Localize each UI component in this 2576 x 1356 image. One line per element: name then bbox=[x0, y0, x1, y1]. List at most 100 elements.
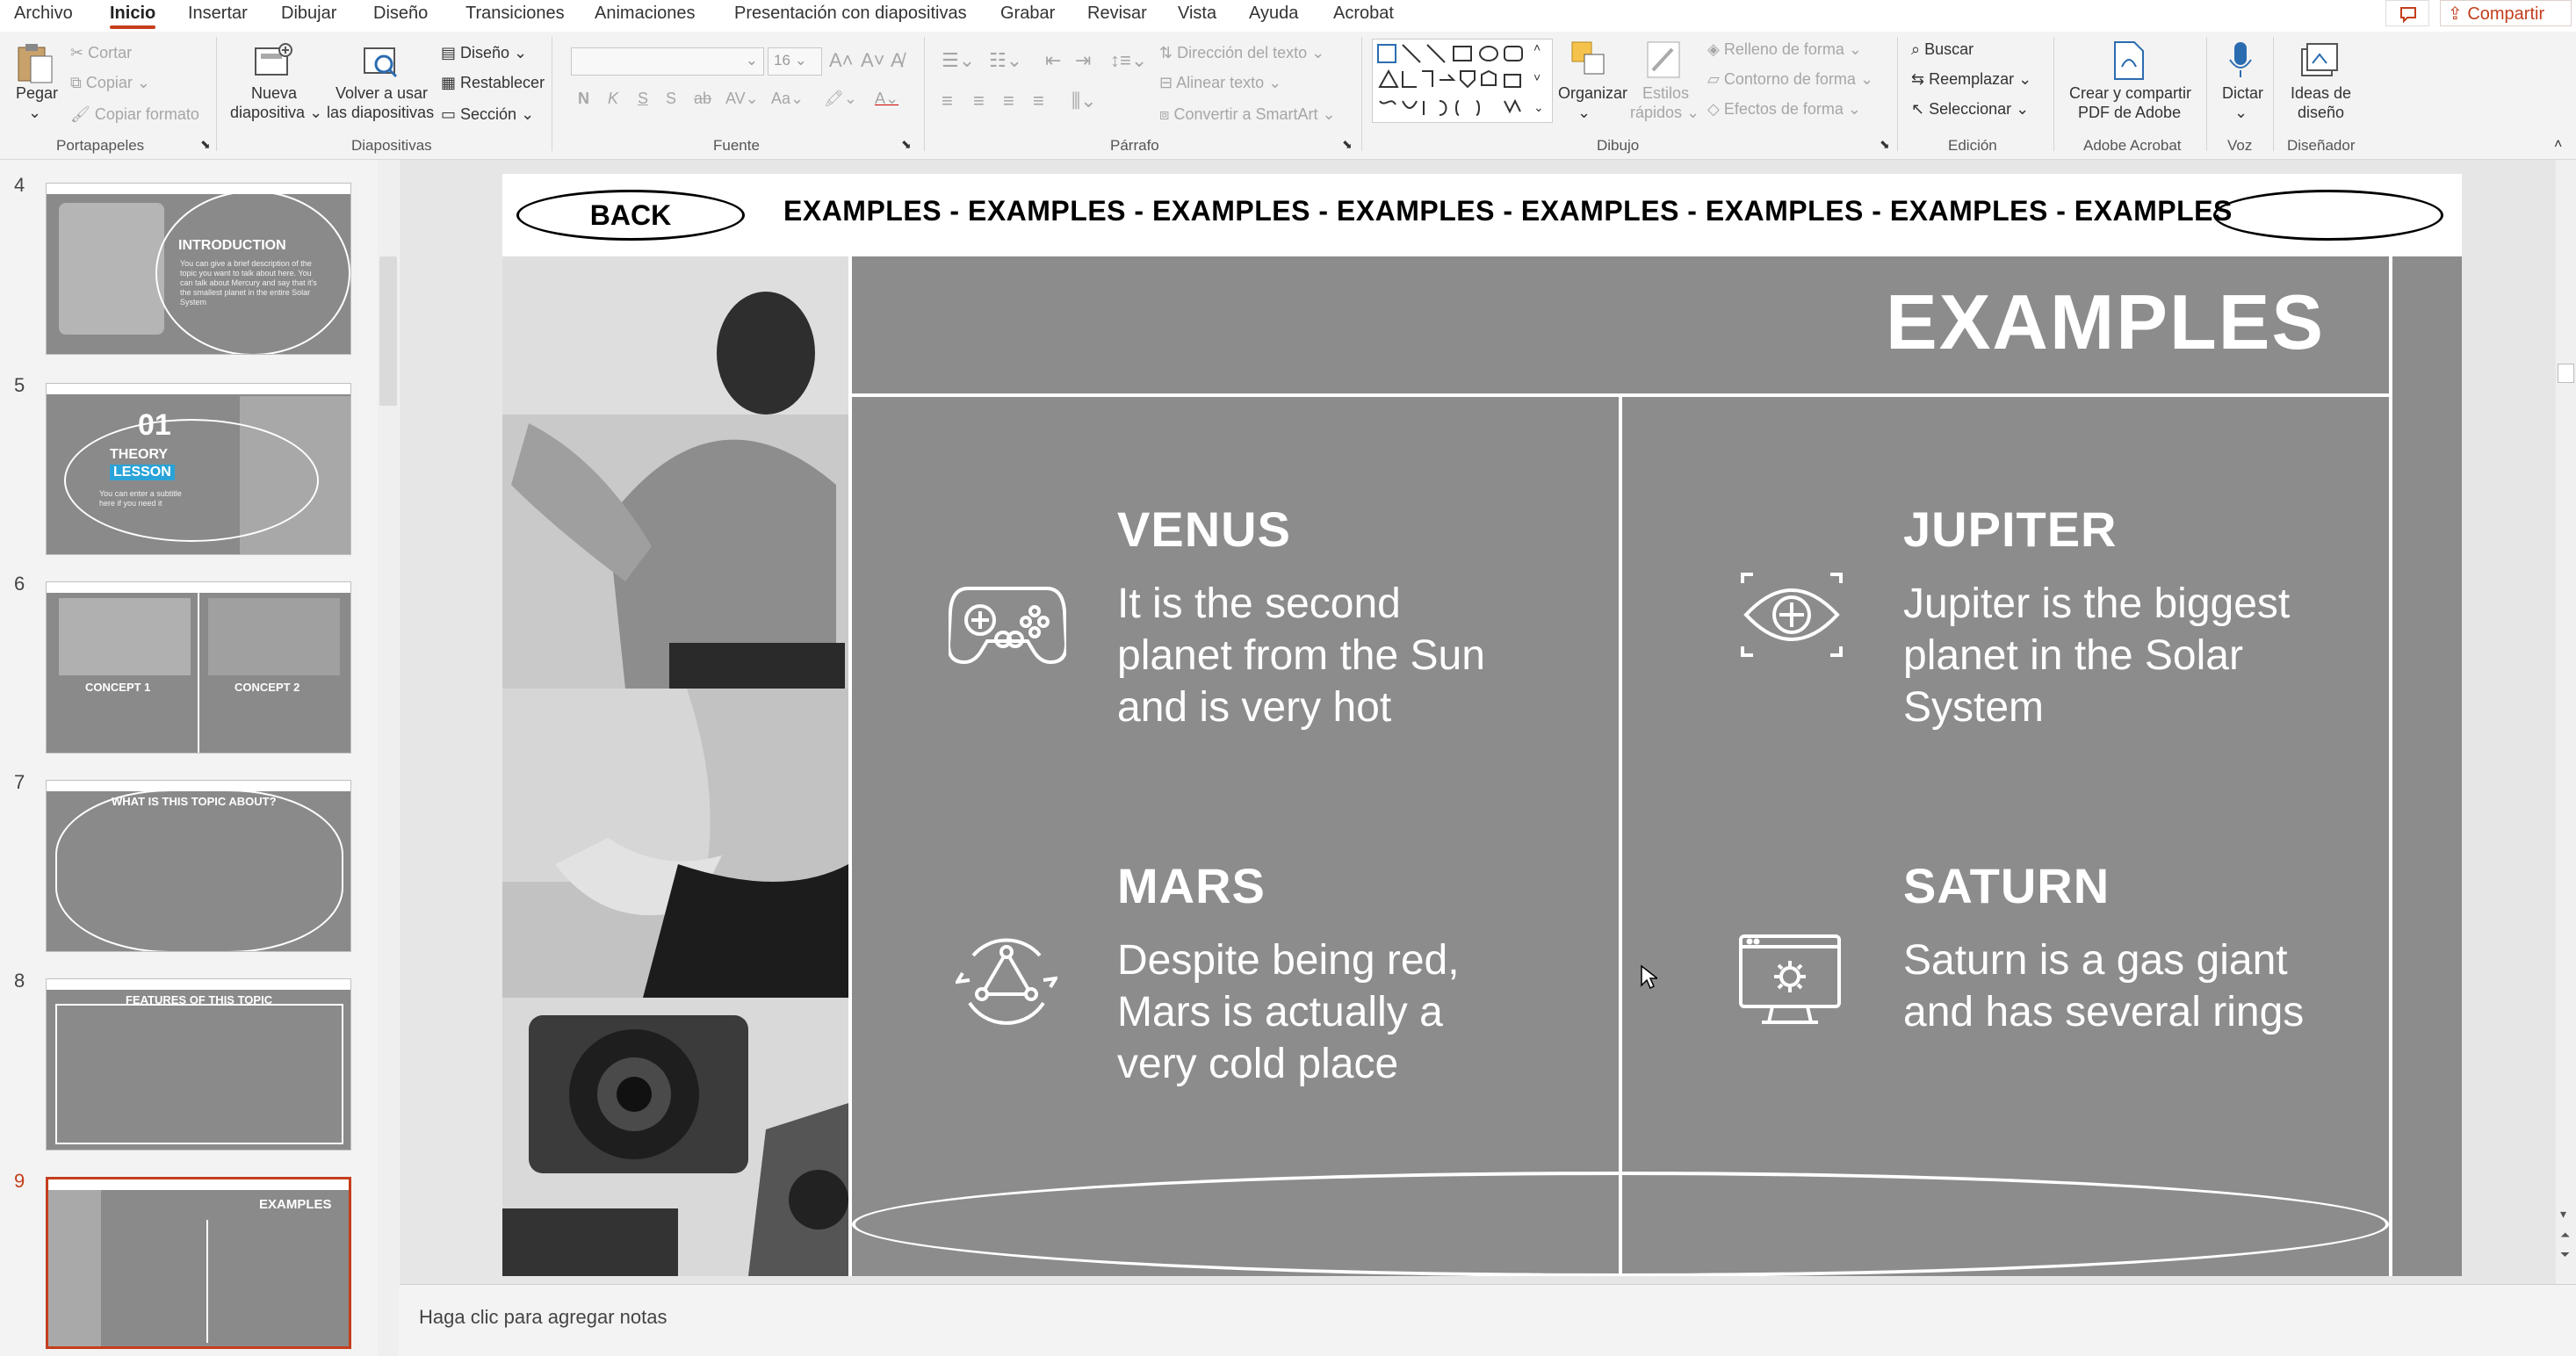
microphone-icon[interactable] bbox=[2220, 39, 2261, 83]
saturn-heading[interactable]: SATURN bbox=[1903, 857, 2110, 914]
paste-button[interactable]: Pegar bbox=[16, 84, 58, 103]
create-pdf-label[interactable]: Crear y compartir bbox=[2069, 84, 2191, 103]
saturn-text[interactable]: Saturn is a gas giant and has several ri… bbox=[1903, 934, 2307, 1038]
tab-archivo[interactable]: Archivo bbox=[14, 4, 73, 24]
slide-thumbnail-9-selected[interactable]: EXAMPLES bbox=[46, 1177, 351, 1349]
paste-dropdown[interactable]: ⌄ bbox=[28, 104, 41, 122]
bold-icon[interactable]: N bbox=[578, 90, 589, 108]
underline-icon[interactable]: S bbox=[638, 90, 648, 108]
highlight-icon[interactable]: 🖍⌄ bbox=[824, 90, 857, 108]
slide-thumbnail-4[interactable]: INTRODUCTION You can give a brief descri… bbox=[46, 183, 351, 355]
mars-text[interactable]: Despite being red, Mars is actually a ve… bbox=[1117, 934, 1521, 1090]
new-slide-button[interactable]: diapositiva ⌄ bbox=[230, 104, 322, 122]
gallery-up-icon[interactable]: ˄ bbox=[1533, 40, 1541, 54]
align-right-icon[interactable]: ≡ bbox=[1003, 90, 1014, 112]
reuse-slides-button[interactable]: las diapositivas bbox=[327, 104, 434, 122]
design-ideas-label[interactable]: Ideas de bbox=[2291, 84, 2351, 103]
tab-animaciones[interactable]: Animaciones bbox=[595, 4, 696, 24]
arrange-dropdown[interactable]: ⌄ bbox=[1577, 104, 1591, 122]
find-button[interactable]: ⌕ Buscar bbox=[1911, 40, 1973, 59]
decrease-indent-icon[interactable]: ⇤ bbox=[1045, 49, 1061, 72]
tab-dibujar[interactable]: Dibujar bbox=[281, 4, 336, 24]
grow-font-icon[interactable]: A˄ bbox=[829, 49, 854, 72]
new-slide-icon[interactable] bbox=[251, 39, 295, 86]
shape-fill-button[interactable]: ◈ Relleno de forma ⌄ bbox=[1707, 40, 1862, 59]
layout-button[interactable]: ▤ Diseño ⌄ bbox=[441, 44, 527, 62]
triangle-cycle-icon[interactable] bbox=[956, 929, 1057, 1031]
venus-text[interactable]: It is the second planet from the Sun and… bbox=[1117, 578, 1521, 733]
design-ideas-button[interactable]: diseño bbox=[2298, 104, 2344, 122]
quick-styles-button[interactable]: rápidos ⌄ bbox=[1630, 104, 1699, 122]
align-text-button[interactable]: ⊟ Alinear texto ⌄ bbox=[1159, 74, 1281, 92]
scrollbar-thumb[interactable] bbox=[2558, 364, 2574, 383]
select-button[interactable]: ↖ Seleccionar ⌄ bbox=[1911, 100, 2029, 119]
paragraph-launcher-icon[interactable]: ⬊ bbox=[1342, 137, 1353, 152]
case-icon[interactable]: Aa⌄ bbox=[771, 90, 804, 108]
reuse-slides-icon[interactable] bbox=[358, 39, 402, 86]
tab-grabar[interactable]: Grabar bbox=[1000, 4, 1055, 24]
align-left-icon[interactable]: ≡ bbox=[942, 90, 953, 112]
font-color-icon[interactable]: A⌄ bbox=[875, 90, 898, 108]
slide-thumbnail-7[interactable]: WHAT IS THIS TOPIC ABOUT? bbox=[46, 780, 351, 952]
share-button[interactable]: ⇪ Compartir bbox=[2440, 0, 2572, 26]
replace-button[interactable]: ⇆ Reemplazar ⌄ bbox=[1911, 70, 2031, 89]
scrollbar-thumb[interactable] bbox=[379, 256, 397, 406]
line-spacing-icon[interactable]: ↕≡⌄ bbox=[1110, 49, 1147, 72]
dictate-dropdown[interactable]: ⌄ bbox=[2234, 104, 2248, 122]
notes-placeholder[interactable]: Haga clic para agregar notas bbox=[419, 1306, 667, 1329]
next-slide-icon[interactable]: ⏷ bbox=[2560, 1247, 2570, 1262]
reuse-slides-label[interactable]: Volver a usar bbox=[336, 84, 428, 103]
tab-insertar[interactable]: Insertar bbox=[188, 4, 248, 24]
text-direction-button[interactable]: ⇅ Dirección del texto ⌄ bbox=[1159, 44, 1324, 62]
back-button[interactable]: BACK bbox=[516, 190, 745, 241]
columns-icon[interactable]: ⫼⌄ bbox=[1072, 90, 1097, 112]
shape-outline-button[interactable]: ▱ Contorno de forma ⌄ bbox=[1707, 70, 1873, 89]
dictate-button[interactable]: Dictar bbox=[2222, 84, 2263, 103]
arrange-icon[interactable] bbox=[1569, 39, 1609, 83]
new-slide-label[interactable]: Nueva bbox=[251, 84, 297, 103]
previous-slide-icon[interactable]: ⏶ bbox=[2560, 1228, 2570, 1243]
tab-inicio[interactable]: Inicio bbox=[110, 4, 156, 29]
thumbnail-scrollbar[interactable] bbox=[378, 160, 399, 1356]
copy-button[interactable]: ⧉ Copiar ⌄ bbox=[70, 74, 150, 92]
increase-indent-icon[interactable]: ⇥ bbox=[1075, 49, 1091, 72]
align-center-icon[interactable]: ≡ bbox=[973, 90, 985, 112]
drawing-launcher-icon[interactable]: ⬊ bbox=[1880, 137, 1890, 152]
create-pdf-button[interactable]: PDF de Adobe bbox=[2078, 104, 2181, 122]
shadow-icon[interactable]: S bbox=[666, 90, 676, 108]
tab-acrobat[interactable]: Acrobat bbox=[1333, 4, 1394, 24]
arrange-button[interactable]: Organizar bbox=[1558, 84, 1627, 103]
quick-styles-label[interactable]: Estilos bbox=[1642, 84, 1689, 103]
bottom-oval-shape[interactable] bbox=[852, 1172, 2389, 1276]
clipboard-launcher-icon[interactable]: ⬊ bbox=[200, 137, 211, 152]
mars-heading[interactable]: MARS bbox=[1117, 857, 1266, 914]
quick-styles-icon[interactable] bbox=[1644, 39, 1685, 83]
cut-button[interactable]: ✂ Cortar bbox=[70, 44, 132, 62]
monitor-gear-icon[interactable] bbox=[1737, 933, 1843, 1031]
tab-presentacion[interactable]: Presentación con diapositivas bbox=[734, 4, 967, 24]
slide-title[interactable]: EXAMPLES bbox=[1886, 278, 2325, 367]
comments-button[interactable] bbox=[2385, 0, 2429, 26]
clear-format-icon[interactable]: A̸ bbox=[891, 49, 904, 72]
gallery-down-icon[interactable]: ˅ bbox=[1533, 70, 1541, 84]
smartart-button[interactable]: ⧈ Convertir a SmartArt ⌄ bbox=[1159, 105, 1336, 124]
photo-man-jacket[interactable] bbox=[502, 256, 848, 689]
slide-scrollbar[interactable]: ▾ ⏶ ⏷ bbox=[2556, 160, 2576, 1284]
font-size-box[interactable]: 16 ⌄ bbox=[768, 47, 822, 76]
design-ideas-icon[interactable] bbox=[2298, 39, 2341, 83]
spacing-icon[interactable]: AV⌄ bbox=[725, 90, 759, 108]
photo-elderly-man[interactable] bbox=[502, 689, 848, 998]
collapse-ribbon-icon[interactable]: ˄ bbox=[2554, 137, 2562, 153]
jupiter-heading[interactable]: JUPITER bbox=[1903, 501, 2118, 558]
shrink-font-icon[interactable]: A˅ bbox=[861, 49, 885, 72]
gamepad-icon[interactable] bbox=[949, 576, 1066, 664]
bullets-icon[interactable]: ☰⌄ bbox=[942, 49, 975, 72]
format-painter-button[interactable]: 🖌 Copiar formato bbox=[70, 105, 199, 124]
header-oval-shape[interactable] bbox=[2213, 190, 2443, 241]
slide-thumbnail-5[interactable]: 01 THEORY LESSON You can enter a subtitl… bbox=[46, 383, 351, 555]
tab-diseno[interactable]: Diseño bbox=[373, 4, 428, 24]
adobe-pdf-icon[interactable] bbox=[2108, 39, 2150, 83]
notes-pane[interactable]: Haga clic para agregar notas bbox=[400, 1284, 2576, 1356]
slide-canvas[interactable]: BACK EXAMPLES - EXAMPLES - EXAMPLES - EX… bbox=[502, 174, 2462, 1276]
gallery-more-icon[interactable]: ⌄ bbox=[1533, 100, 1544, 115]
